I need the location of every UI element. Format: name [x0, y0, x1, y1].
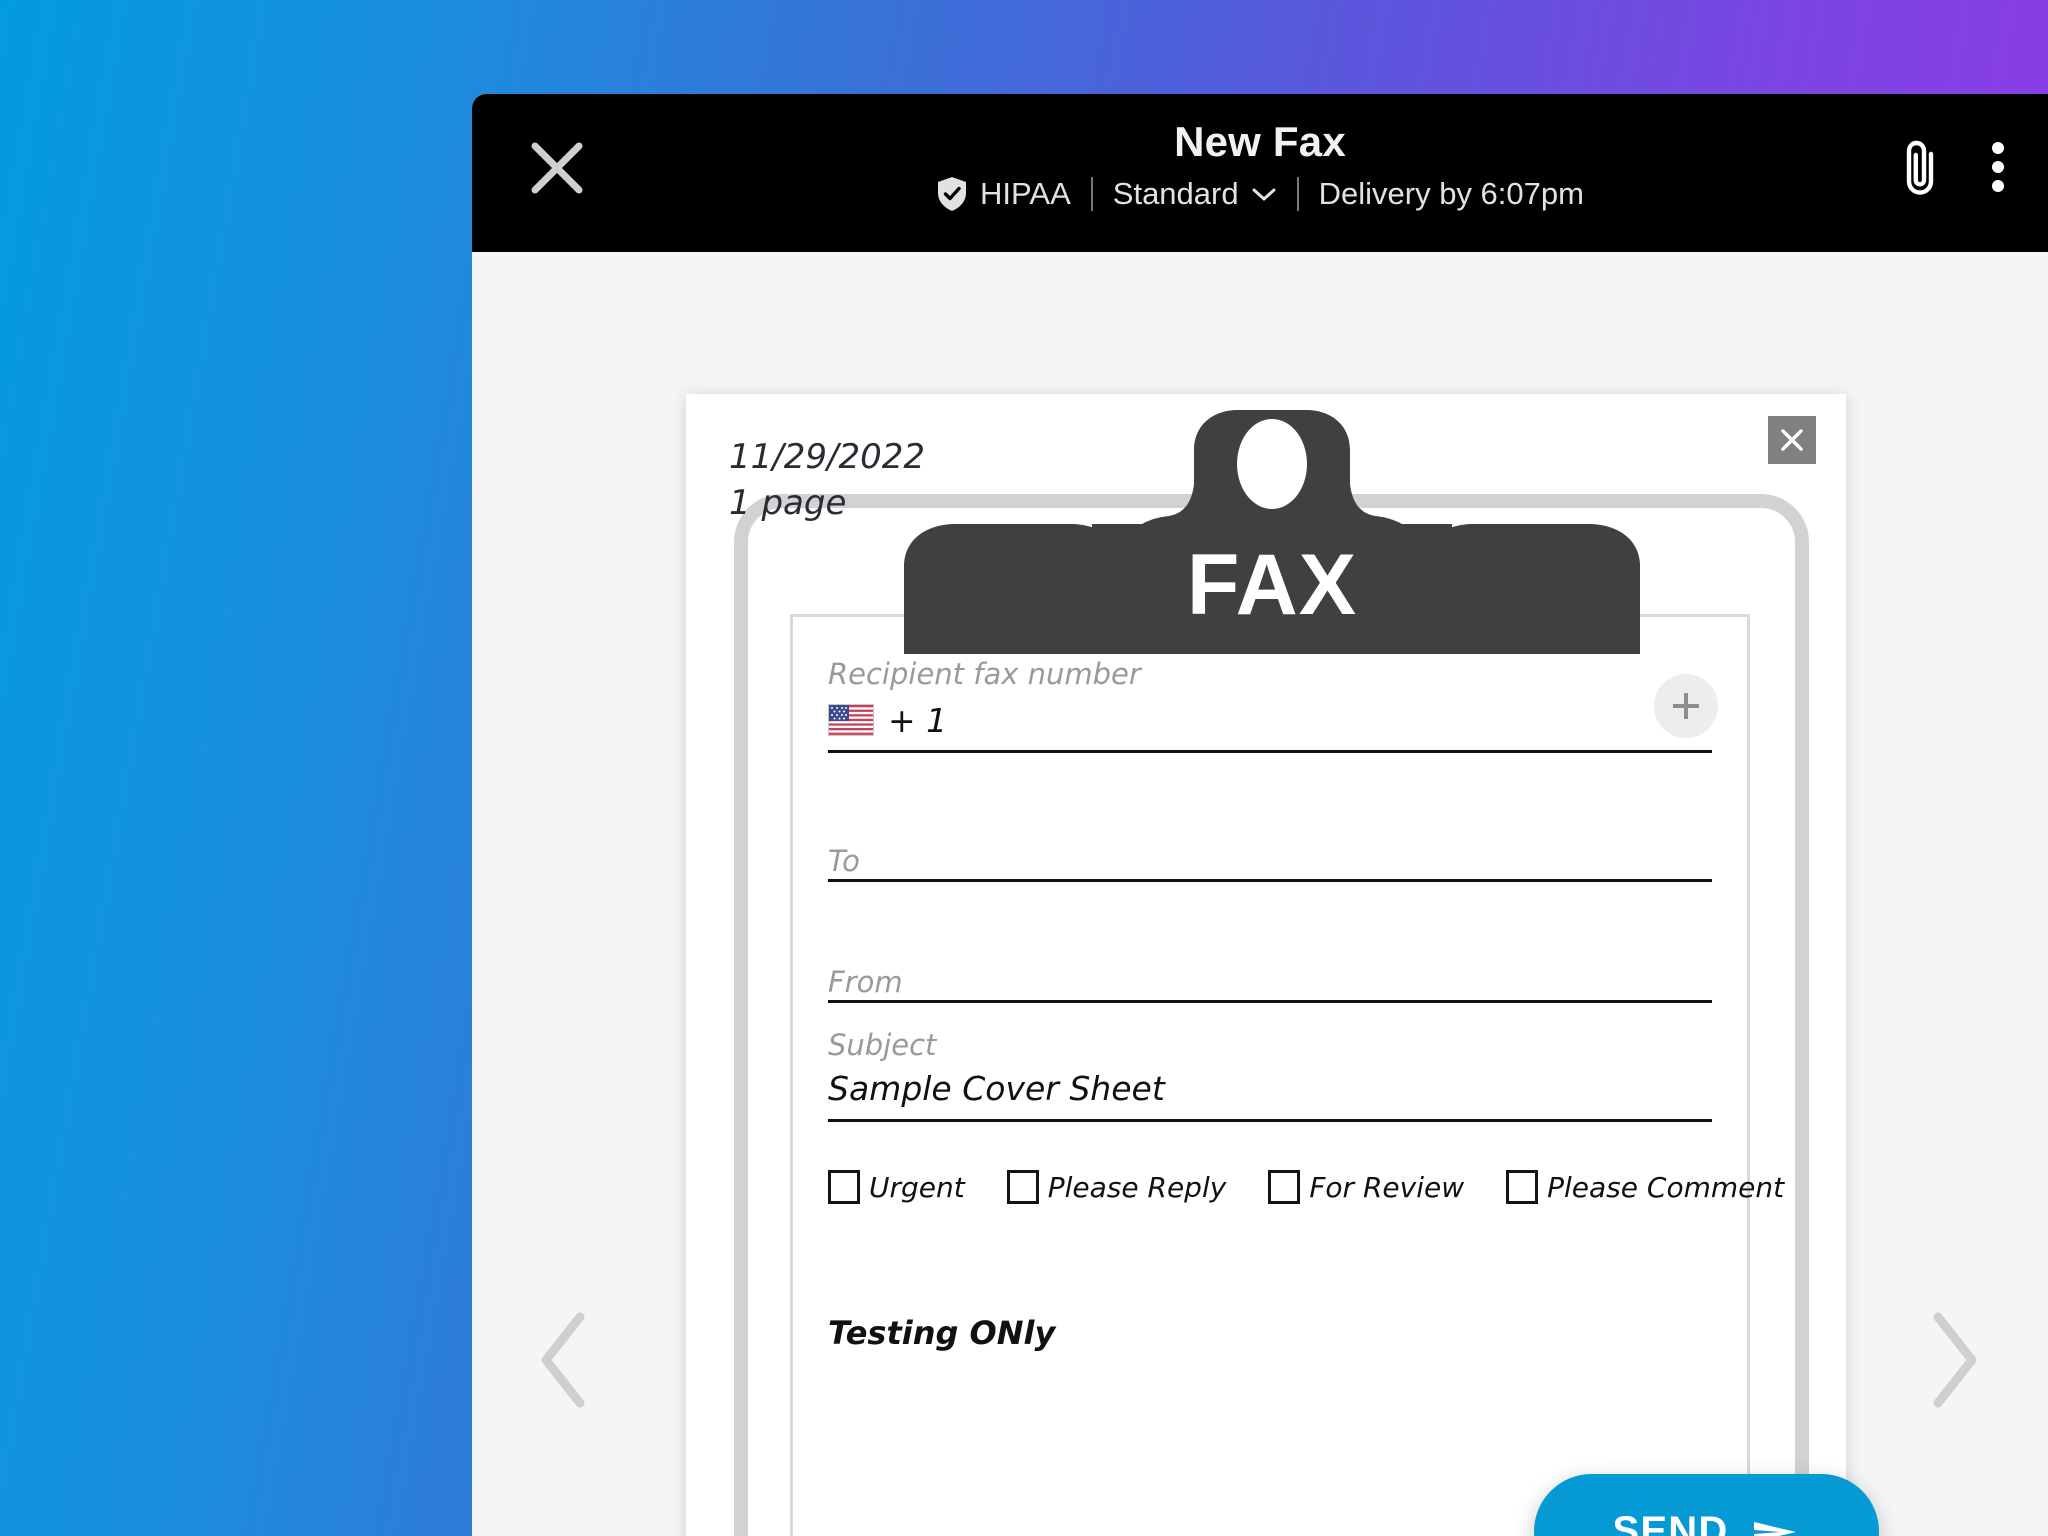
field-from: From [828, 940, 1712, 1003]
delivery-speed-label: Standard [1112, 176, 1239, 211]
chevron-down-icon [1252, 188, 1276, 201]
delivery-time-label: Delivery by 6:07pm [1318, 176, 1584, 211]
clip-label: FAX [1187, 537, 1357, 633]
subject-input[interactable]: Sample Cover Sheet [828, 1063, 1712, 1122]
next-page-button[interactable] [1912, 1305, 1998, 1415]
modal-header: New Fax HIPAA Standard Delivery by 6:07p… [472, 94, 2048, 252]
add-recipient-button[interactable] [1654, 674, 1718, 738]
recipient-input[interactable]: + 1 [828, 692, 1712, 753]
us-flag-icon [828, 704, 874, 736]
from-placeholder: From [828, 965, 903, 999]
divider [1090, 177, 1093, 211]
document-meta: 11/29/2022 1 page [729, 434, 925, 526]
header-actions [1900, 138, 2006, 196]
checkbox-box [1268, 1170, 1301, 1204]
cover-sheet-form: Recipient fax number + 1 To From Subject… [828, 656, 1784, 1352]
chevron-right-icon [1933, 1312, 1977, 1408]
recipient-label: Recipient fax number [828, 657, 1141, 691]
recipient-value: + 1 [888, 700, 948, 740]
document-date: 11/29/2022 [729, 437, 925, 477]
checkbox-box [1006, 1170, 1039, 1204]
send-arrow-icon [1754, 1521, 1797, 1536]
attach-button[interactable] [1900, 138, 1942, 196]
app-root: New Fax HIPAA Standard Delivery by 6:07p… [0, 0, 2048, 1536]
cover-sheet-body-text[interactable]: Testing ONly [828, 1314, 1712, 1352]
cover-sheet-checkboxes: Urgent Please Reply For Review Please Co… [828, 1170, 1784, 1204]
fax-preview-viewer: 11/29/2022 1 page FAX Recipient fax numb… [472, 252, 2048, 1536]
header-center: New Fax HIPAA Standard Delivery by 6:07p… [472, 94, 2048, 214]
more-options-button[interactable] [1990, 138, 2006, 196]
delivery-speed-select[interactable]: Standard [1113, 174, 1277, 214]
field-subject: Subject Sample Cover Sheet [828, 1027, 1712, 1122]
document-page-count: 1 page [729, 483, 847, 523]
close-icon [1781, 429, 1803, 451]
hipaa-label: HIPAA [980, 176, 1071, 211]
checkbox-box [828, 1170, 860, 1204]
to-input[interactable]: To [828, 819, 1712, 882]
more-vertical-icon [1992, 142, 2004, 192]
field-to: To [828, 819, 1712, 882]
cover-sheet-document: 11/29/2022 1 page FAX Recipient fax numb… [686, 394, 1846, 1536]
checkbox-please-reply[interactable]: Please Reply [1006, 1170, 1227, 1204]
paperclip-icon [1906, 140, 1934, 195]
clipboard-clip-graphic: FAX [892, 406, 1652, 654]
field-recipient-fax-number: Recipient fax number + 1 [828, 656, 1718, 753]
checkbox-urgent[interactable]: Urgent [828, 1170, 965, 1204]
close-preview-button[interactable] [1768, 416, 1816, 464]
to-placeholder: To [828, 844, 860, 878]
checkbox-for-review[interactable]: For Review [1268, 1170, 1464, 1204]
fax-clip-icon: FAX [904, 410, 1640, 654]
checkbox-box [1506, 1170, 1539, 1204]
checkbox-label: Please Reply [1047, 1170, 1227, 1204]
page-title: New Fax [1174, 118, 1346, 165]
shield-check-icon [936, 176, 968, 212]
send-label: SEND [1612, 1509, 1729, 1536]
header-subtitle-row: HIPAA Standard Delivery by 6:07pm [472, 174, 2048, 214]
send-button[interactable]: SEND [1534, 1474, 1879, 1536]
divider [1296, 177, 1299, 211]
checkbox-label: For Review [1309, 1170, 1465, 1204]
from-input[interactable]: From [828, 940, 1712, 1003]
hipaa-badge: HIPAA [936, 174, 1071, 214]
chevron-left-icon [541, 1312, 585, 1408]
checkbox-please-comment[interactable]: Please Comment [1506, 1170, 1784, 1204]
checkbox-label: Please Comment [1547, 1170, 1785, 1204]
previous-page-button[interactable] [520, 1305, 606, 1415]
plus-icon [1673, 693, 1699, 719]
new-fax-modal: New Fax HIPAA Standard Delivery by 6:07p… [472, 94, 2048, 1536]
checkbox-label: Urgent [869, 1170, 965, 1204]
subject-label: Subject [828, 1028, 937, 1062]
